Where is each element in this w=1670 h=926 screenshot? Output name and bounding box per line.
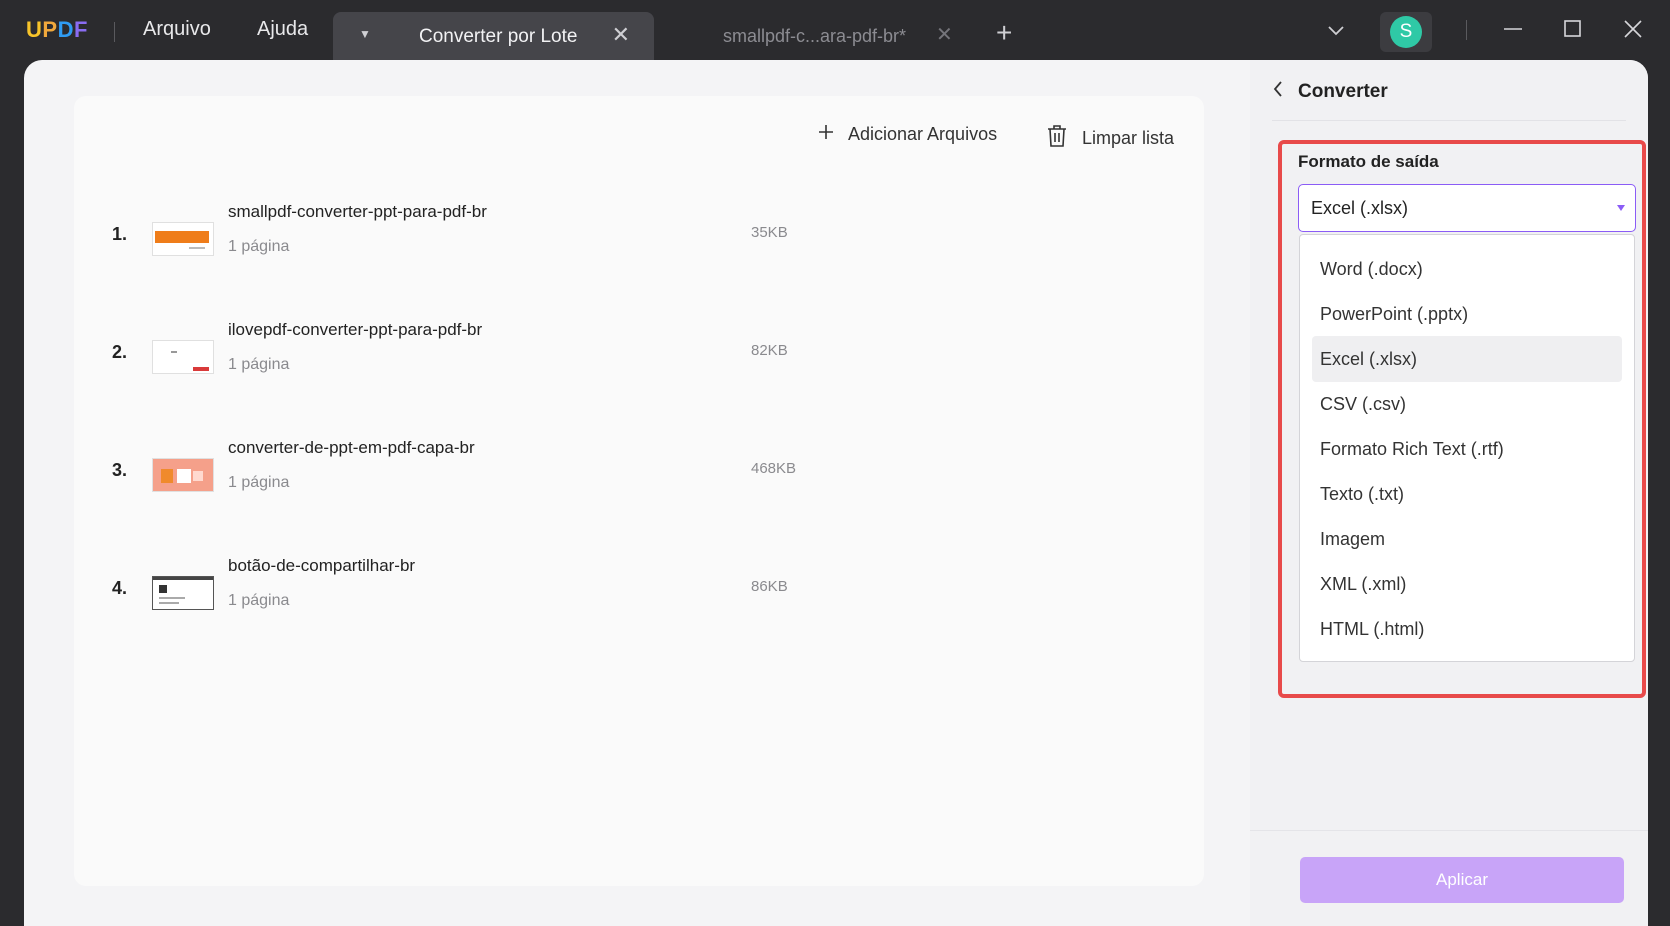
apply-button[interactable]: Aplicar xyxy=(1300,857,1624,903)
menu-arquivo[interactable]: Arquivo xyxy=(143,18,211,41)
trash-icon xyxy=(1046,124,1068,153)
file-size: 86KB xyxy=(751,578,788,595)
new-tab-icon[interactable]: + xyxy=(996,19,1012,47)
output-format-select[interactable]: Excel (.xlsx) xyxy=(1298,184,1636,232)
tab-label: smallpdf-c...ara-pdf-br* xyxy=(723,26,907,46)
panel-header: Converter xyxy=(1272,80,1388,104)
maximize-icon[interactable] xyxy=(1562,18,1584,45)
clear-list-label: Limpar lista xyxy=(1082,128,1175,148)
file-size: 82KB xyxy=(751,342,788,359)
file-name: botão-de-compartilhar-br xyxy=(228,556,416,575)
format-option-powerpoint[interactable]: PowerPoint (.pptx) xyxy=(1312,291,1622,337)
panel-title: Converter xyxy=(1298,81,1388,102)
divider xyxy=(1250,830,1648,831)
close-window-icon[interactable] xyxy=(1622,18,1644,45)
file-row[interactable]: 1. smallpdf-converter-ppt-para-pdf-br 1 … xyxy=(74,188,1204,288)
caret-down-icon xyxy=(1617,205,1625,211)
file-name: ilovepdf-converter-ppt-para-pdf-br xyxy=(228,320,483,339)
updf-logo: UPDF xyxy=(26,17,88,42)
format-option-excel[interactable]: Excel (.xlsx) xyxy=(1312,336,1622,382)
file-name: converter-de-ppt-em-pdf-capa-br xyxy=(228,438,475,457)
format-option-html[interactable]: HTML (.html) xyxy=(1312,606,1622,652)
title-bar: UPDF Arquivo Ajuda ▼ Converter por Lote … xyxy=(0,0,1670,60)
tab-converter-por-lote[interactable]: ▼ Converter por Lote ✕ xyxy=(333,12,654,60)
file-thumbnail xyxy=(152,222,214,256)
file-pages: 1 página xyxy=(228,474,290,491)
format-option-txt[interactable]: Texto (.txt) xyxy=(1312,471,1622,517)
close-tab-icon[interactable]: ✕ xyxy=(612,22,630,48)
add-files-button[interactable]: Adicionar Arquivos xyxy=(818,124,997,145)
format-option-csv[interactable]: CSV (.csv) xyxy=(1312,381,1622,427)
main-content: Adicionar Arquivos Limpar lista 1. small… xyxy=(24,60,1648,926)
format-option-image[interactable]: Imagem xyxy=(1312,516,1622,562)
file-index: 3. xyxy=(112,460,128,480)
file-name: smallpdf-converter-ppt-para-pdf-br xyxy=(228,202,487,221)
plus-icon xyxy=(818,124,834,145)
selected-format: Excel (.xlsx) xyxy=(1311,198,1409,218)
tab-dropdown-icon[interactable]: ▼ xyxy=(359,27,371,41)
menu-ajuda[interactable]: Ajuda xyxy=(257,18,308,41)
output-format-label: Formato de saída xyxy=(1298,152,1439,171)
format-dropdown-list: Word (.docx) PowerPoint (.pptx) Excel (.… xyxy=(1299,234,1635,662)
file-pages: 1 página xyxy=(228,356,290,373)
file-size: 35KB xyxy=(751,224,788,241)
format-option-rtf[interactable]: Formato Rich Text (.rtf) xyxy=(1312,426,1622,472)
chevron-down-icon[interactable] xyxy=(1326,20,1346,45)
file-list-panel: Adicionar Arquivos Limpar lista 1. small… xyxy=(74,96,1204,886)
file-pages: 1 página xyxy=(228,238,290,255)
title-separator xyxy=(114,22,115,42)
file-index: 4. xyxy=(112,578,128,598)
format-option-xml[interactable]: XML (.xml) xyxy=(1312,561,1622,607)
avatar-letter: S xyxy=(1390,16,1422,48)
file-row[interactable]: 3. converter-de-ppt-em-pdf-capa-br 1 pág… xyxy=(74,424,1204,524)
title-separator xyxy=(1466,20,1467,40)
file-thumbnail xyxy=(152,340,214,374)
add-files-label: Adicionar Arquivos xyxy=(848,124,998,144)
file-index: 2. xyxy=(112,342,128,362)
back-arrow-icon[interactable] xyxy=(1272,80,1284,104)
minimize-icon[interactable] xyxy=(1502,18,1524,45)
divider xyxy=(1272,120,1626,121)
file-thumbnail xyxy=(152,458,214,492)
format-option-word[interactable]: Word (.docx) xyxy=(1312,246,1622,292)
file-pages: 1 página xyxy=(228,592,290,609)
tab-label: Converter por Lote xyxy=(419,26,578,47)
file-thumbnail xyxy=(152,576,214,610)
converter-panel: Converter Formato de saída Excel (.xlsx)… xyxy=(1250,60,1648,926)
avatar[interactable]: S xyxy=(1380,12,1432,52)
file-size: 468KB xyxy=(751,460,797,477)
close-tab-icon[interactable]: ✕ xyxy=(936,22,953,47)
file-index: 1. xyxy=(112,224,128,244)
file-row[interactable]: 4. botão-de-compartilhar-br 1 página 86K… xyxy=(74,542,1204,642)
file-row[interactable]: 2. ilovepdf-converter-ppt-para-pdf-br 1 … xyxy=(74,306,1204,406)
clear-list-button[interactable]: Limpar lista xyxy=(1046,124,1174,153)
